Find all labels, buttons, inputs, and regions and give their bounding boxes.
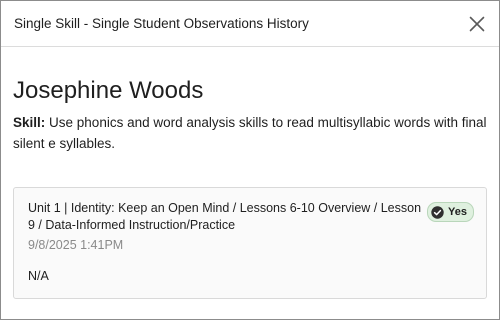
observation-lesson-path: Unit 1 | Identity: Keep an Open Mind / L… [28, 201, 422, 232]
status-badge: Yes [427, 202, 474, 222]
close-button[interactable] [467, 14, 487, 34]
observation-value: N/A [28, 269, 49, 283]
dialog-title: Single Skill - Single Student Observatio… [14, 16, 309, 31]
student-name: Josephine Woods [13, 77, 204, 104]
observation-timestamp: 9/8/2025 1:41PM [28, 238, 124, 252]
check-circle-icon [431, 205, 444, 219]
dialog-body: Josephine Woods Skill: Use phonics and w… [1, 77, 499, 299]
status-badge-label: Yes [448, 206, 467, 218]
observation-card: Unit 1 | Identity: Keep an Open Mind / L… [13, 187, 487, 299]
skill-text: Use phonics and word analysis skills to … [13, 115, 487, 151]
dialog-header: Single Skill - Single Student Observatio… [1, 1, 499, 47]
close-icon [469, 16, 485, 31]
skill-label: Skill: [13, 115, 46, 130]
skill-description: Skill: Use phonics and word analysis ski… [13, 112, 487, 154]
observations-history-dialog: Single Skill - Single Student Observatio… [0, 0, 500, 320]
